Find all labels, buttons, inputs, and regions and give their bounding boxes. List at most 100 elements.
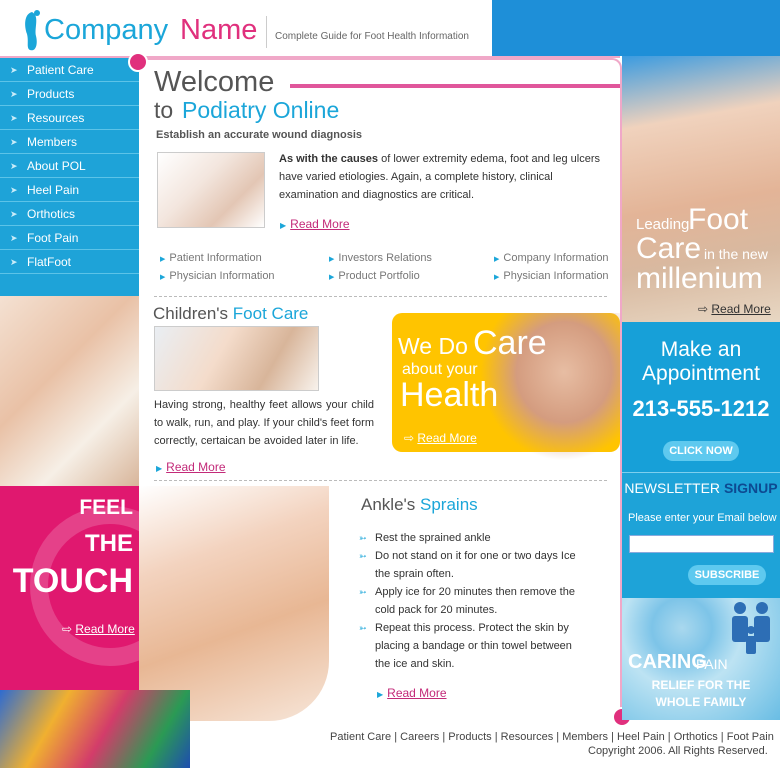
footer-link-heel-pain[interactable]: Heel Pain: [617, 731, 665, 743]
footer-link-resources[interactable]: Resources: [501, 731, 554, 743]
arrow-right-icon: ➳: [359, 533, 367, 543]
promo-care-text: Care: [473, 324, 547, 362]
arrow-right-icon: ▶: [156, 464, 163, 473]
relief-text: RELIEF FOR THE: [651, 678, 751, 692]
link-physician-information-2[interactable]: ▶ Physician Information: [494, 270, 609, 282]
logo-company-text: Company: [44, 14, 169, 46]
nav-item-heel-pain[interactable]: ➤ Heel Pain: [0, 178, 139, 202]
section-divider: [154, 296, 607, 297]
ankle-read-more-link[interactable]: ▶ Read More: [377, 682, 447, 701]
banner-touch-text: TOUCH: [12, 562, 133, 600]
footer-link-orthotics[interactable]: Orthotics: [674, 731, 718, 743]
nav-item-products[interactable]: ➤ Products: [0, 82, 139, 106]
bandaged-foot-photo: [157, 152, 265, 228]
leading-read-more-link[interactable]: ⇨ Read More: [698, 302, 771, 316]
arrow-right-icon: ⇨: [62, 622, 76, 636]
promo-health-text: Health: [400, 376, 499, 414]
arrow-right-icon: ⇨: [404, 431, 418, 445]
arrow-right-icon: ➳: [359, 551, 367, 561]
touch-read-more-link[interactable]: ⇨ Read More: [62, 622, 135, 636]
woman-photo: [0, 296, 139, 486]
arrow-right-icon: ▶: [329, 274, 335, 281]
chevron-right-icon: ➤: [10, 65, 18, 75]
arrow-right-icon: ➳: [359, 623, 367, 633]
arrow-right-icon: ▶: [377, 690, 384, 699]
chevron-right-icon: ➤: [10, 257, 18, 267]
nav-item-members[interactable]: ➤ Members: [0, 130, 139, 154]
footer-link-patient-care[interactable]: Patient Care: [330, 731, 391, 743]
link-physician-information[interactable]: ▶ Physician Information: [160, 270, 275, 282]
leading-care-text: Care: [636, 232, 702, 265]
appointment-line2: Appointment: [642, 362, 760, 385]
arrow-right-icon: ▶: [160, 256, 166, 263]
arrow-right-icon: ▶: [494, 274, 500, 281]
ankle-bullet: ➳ Repeat this process. Protect the skin b…: [359, 619, 581, 673]
leading-millenium-text: millenium: [636, 262, 763, 295]
family-icon: [732, 602, 770, 654]
whole-family-text: WHOLE FAMILY: [655, 695, 747, 709]
newsletter-prompt: Please enter your Email below: [628, 512, 777, 524]
arrow-right-icon: ➳: [359, 587, 367, 597]
nav-item-patient-care[interactable]: ➤ Patient Care: [0, 58, 139, 82]
leading-text: Leading: [636, 216, 690, 233]
chevron-right-icon: ➤: [10, 113, 18, 123]
section-divider: [154, 480, 607, 481]
intro-paragraph: As with the causes of lower extremity ed…: [279, 153, 600, 201]
site-name: Podiatry Online: [182, 97, 340, 123]
nav-item-flatfoot[interactable]: ➤ FlatFoot: [0, 250, 139, 274]
children-section-title: Children's Foot Care: [153, 304, 309, 323]
chevron-right-icon: ➤: [10, 161, 18, 171]
link-investors-relations[interactable]: ▶ Investors Relations: [329, 252, 432, 264]
click-now-button[interactable]: CLICK NOW: [663, 441, 739, 461]
ankle-bullet: ➳ Rest the sprained ankle: [359, 529, 581, 547]
arrow-right-icon: ▶: [160, 274, 166, 281]
sidebar-nav: ➤ Patient Care ➤ Products ➤ Resources ➤ Memb…: [0, 58, 139, 296]
banner-the-text: THE: [85, 530, 133, 557]
arrow-right-icon: ▶: [494, 256, 500, 263]
tagline: Complete Guide for Foot Health Informati…: [275, 31, 469, 42]
children-paragraph: Having strong, healthy feet allows your …: [154, 399, 374, 447]
footer-link-careers[interactable]: Careers: [400, 731, 439, 743]
pain-text: PAIN: [696, 656, 728, 672]
header-blue-panel: [492, 0, 780, 56]
footer-link-members[interactable]: Members: [562, 731, 608, 743]
footer-link-products[interactable]: Products: [448, 731, 491, 743]
chevron-right-icon: ➤: [10, 185, 18, 195]
care-promo-read-more-link[interactable]: ⇨ Read More: [404, 431, 477, 445]
nav-item-orthotics[interactable]: ➤ Orthotics: [0, 202, 139, 226]
chevron-right-icon: ➤: [10, 89, 18, 99]
logo-divider: [266, 16, 267, 48]
subscribe-button[interactable]: SUBSCRIBE: [688, 565, 766, 585]
link-product-portfolio[interactable]: ▶ Product Portfolio: [329, 270, 420, 282]
promo-we-do-text: We Do: [398, 333, 468, 359]
foot-logo-icon: [25, 10, 40, 51]
email-input[interactable]: [629, 535, 774, 553]
welcome-to-text: to: [154, 97, 174, 123]
welcome-subtitle: Establish an accurate wound diagnosis: [156, 129, 362, 141]
appointment-line1: Make an: [660, 338, 742, 361]
welcome-title: Welcome: [154, 66, 275, 98]
feel-the-touch-banner: FEEL THE TOUCH ⇨ Read More: [0, 486, 139, 706]
nav-item-about-pol[interactable]: ➤ About POL: [0, 154, 139, 178]
welcome-underline: [290, 84, 620, 88]
nav-item-foot-pain[interactable]: ➤ Foot Pain: [0, 226, 139, 250]
arrow-right-icon: ⇨: [698, 302, 712, 316]
baby-feet-photo: [154, 326, 319, 391]
banner-feel-text: FEEL: [79, 496, 133, 519]
arrow-right-icon: ▶: [329, 256, 335, 263]
footer-link-foot-pain[interactable]: Foot Pain: [727, 731, 774, 743]
ankle-bullet: ➳ Apply ice for 20 minutes then remove th…: [359, 583, 581, 619]
children-read-more-link[interactable]: ▶ Read More: [156, 456, 226, 475]
chevron-right-icon: ➤: [10, 233, 18, 243]
leading-in-the-new-text: in the new: [704, 246, 768, 262]
appointment-phone: 213-555-1212: [632, 396, 770, 421]
link-patient-information[interactable]: ▶ Patient Information: [160, 252, 262, 264]
copyright-text: Copyright 2006. All Rights Reserved.: [588, 745, 768, 757]
link-company-information[interactable]: ▶ Company Information: [494, 252, 609, 264]
newsletter-title: NEWSLETTER SIGNUP: [624, 480, 778, 496]
nav-item-resources[interactable]: ➤ Resources: [0, 106, 139, 130]
ankle-section-title: Ankle's Sprains: [361, 495, 478, 514]
ankle-bullet: ➳ Do not stand on it for one or two days …: [359, 547, 581, 583]
welcome-read-more-link[interactable]: ▶ Read More: [280, 213, 350, 232]
footer-nav: Patient Care | Careers | Products | Reso…: [330, 731, 774, 743]
